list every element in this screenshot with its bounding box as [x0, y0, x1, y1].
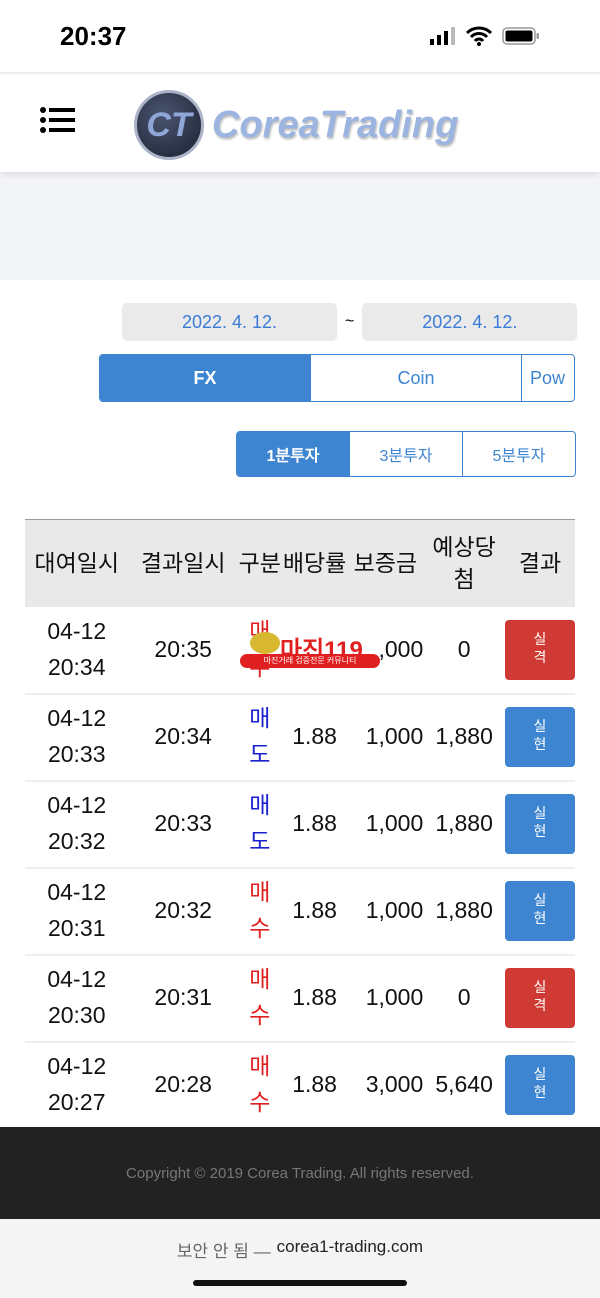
home-indicator	[193, 1280, 407, 1286]
rent-datetime: 04-12 20:33	[25, 693, 129, 782]
column-header: 배당률	[281, 519, 348, 607]
security-warning: 보안 안 됨 —	[176, 1242, 271, 1261]
rent-datetime: 04-12 20:34	[25, 606, 129, 695]
column-header: 결과일시	[128, 519, 238, 607]
deposit: 1,000	[347, 693, 424, 782]
table-row: 04-12 20:30 20:31 매수 1.88 1,000 0 실격	[25, 954, 575, 1043]
trade-type: 매수	[237, 1041, 282, 1130]
deposit: 3,000	[347, 1041, 424, 1130]
result-cell: 실현	[504, 693, 575, 782]
result-cell: 실현	[504, 780, 575, 869]
history-table: 대여일시 결과일시 구분 배당률 보증금 예상당첨 결과 04-12 20:34 20:35 …	[25, 519, 575, 1130]
watermark: 마진119 마진거래 검증전문 커뮤니티	[240, 632, 380, 668]
table-row: 04-12 20:33 20:34 매도 1.88 1,000 1,880 실현	[25, 693, 575, 782]
tab-fx[interactable]: FX	[100, 355, 311, 401]
column-header: 대여일시	[25, 519, 129, 607]
tab-5min[interactable]: 5분투자	[463, 432, 575, 476]
result-cell: 실현	[504, 1041, 575, 1130]
result-time: 20:28	[128, 1041, 238, 1130]
rent-datetime: 04-12 20:31	[25, 867, 129, 956]
table-row: 04-12 20:27 20:28 매수 1.88 3,000 5,640 실현	[25, 1041, 575, 1130]
deposit: 1,000	[347, 954, 424, 1043]
tab-coin[interactable]: Coin	[311, 355, 522, 401]
result-time: 20:34	[128, 693, 238, 782]
column-header: 예상당첨	[423, 519, 505, 607]
rent-datetime: 04-12 20:27	[25, 1041, 129, 1130]
result-badge[interactable]: 실격	[504, 968, 575, 1028]
tab-3min[interactable]: 3분투자	[350, 432, 463, 476]
odds: 1.88	[281, 1041, 348, 1130]
result-cell: 실격	[504, 954, 575, 1043]
table-row: 04-12 20:32 20:33 매도 1.88 1,000 1,880 실현	[25, 780, 575, 869]
odds: 1.88	[281, 780, 348, 869]
date-to-input[interactable]: 2022. 4. 12.	[362, 303, 578, 341]
address-bar[interactable]: 보안 안 됨 — corea1-trading.com	[0, 1219, 600, 1298]
url-text: corea1-trading.com	[276, 1237, 424, 1256]
expected-payout: 1,880	[423, 780, 505, 869]
clock: 20:37	[60, 20, 127, 51]
result-badge[interactable]: 실현	[504, 794, 575, 854]
logo-mark: CT	[134, 90, 204, 160]
column-header: 구분	[237, 519, 282, 607]
column-header: 결과	[504, 519, 575, 607]
expected-payout: 1,880	[423, 693, 505, 782]
result-time: 20:32	[128, 867, 238, 956]
logo[interactable]: CT CoreaTrading	[134, 90, 458, 160]
odds: 1.88	[281, 954, 348, 1043]
eagle-emblem	[250, 632, 280, 654]
signal-icon	[430, 27, 455, 45]
battery-icon	[502, 27, 539, 45]
date-separator: ~	[345, 313, 355, 330]
expected-payout: 5,640	[423, 1041, 505, 1130]
result-badge[interactable]: 실현	[504, 1055, 575, 1115]
tab-1min[interactable]: 1분투자	[237, 432, 350, 476]
result-badge[interactable]: 실현	[504, 707, 575, 767]
result-time: 20:35	[128, 606, 238, 695]
deposit: 1,000	[347, 780, 424, 869]
result-badge[interactable]: 실현	[504, 881, 575, 941]
deposit: 1,000	[347, 867, 424, 956]
trade-type: 매수	[237, 954, 282, 1043]
date-range: 2022. 4. 12. ~ 2022. 4. 12.	[122, 303, 578, 341]
result-badge[interactable]: 실격	[504, 619, 575, 680]
copyright: Copyright © 2019 Corea Trading. All righ…	[126, 1164, 474, 1182]
trade-type: 매도	[237, 780, 282, 869]
site-header: CT CoreaTrading	[0, 72, 600, 172]
table-row: 04-12 20:31 20:32 매수 1.88 1,000 1,880 실현	[25, 867, 575, 956]
expected-payout: 0	[423, 606, 505, 695]
watermark-tagline: 마진거래 검증전문 커뮤니티	[240, 654, 380, 668]
menu-icon[interactable]	[40, 106, 76, 134]
rent-datetime: 04-12 20:32	[25, 780, 129, 869]
odds: 1.88	[281, 867, 348, 956]
expected-payout: 1,880	[423, 867, 505, 956]
result-cell: 실격	[504, 606, 575, 695]
logo-text: CoreaTrading	[212, 103, 459, 146]
odds: 1.88	[281, 693, 348, 782]
trade-type: 매수	[237, 867, 282, 956]
trade-type: 매도	[237, 693, 282, 782]
expected-payout: 0	[423, 954, 505, 1043]
market-tabs: FX Coin Pow	[99, 354, 575, 402]
result-time: 20:31	[128, 954, 238, 1043]
date-from-input[interactable]: 2022. 4. 12.	[122, 303, 337, 341]
result-cell: 실현	[504, 867, 575, 956]
tab-pow[interactable]: Pow	[522, 355, 574, 401]
rent-datetime: 04-12 20:30	[25, 954, 129, 1043]
column-header: 보증금	[347, 519, 424, 607]
wifi-icon	[466, 26, 492, 46]
status-bar: 20:37	[0, 0, 600, 72]
footer: Copyright © 2019 Corea Trading. All righ…	[0, 1127, 600, 1219]
result-time: 20:33	[128, 780, 238, 869]
banner	[0, 172, 600, 280]
duration-tabs: 1분투자 3분투자 5분투자	[236, 431, 576, 477]
